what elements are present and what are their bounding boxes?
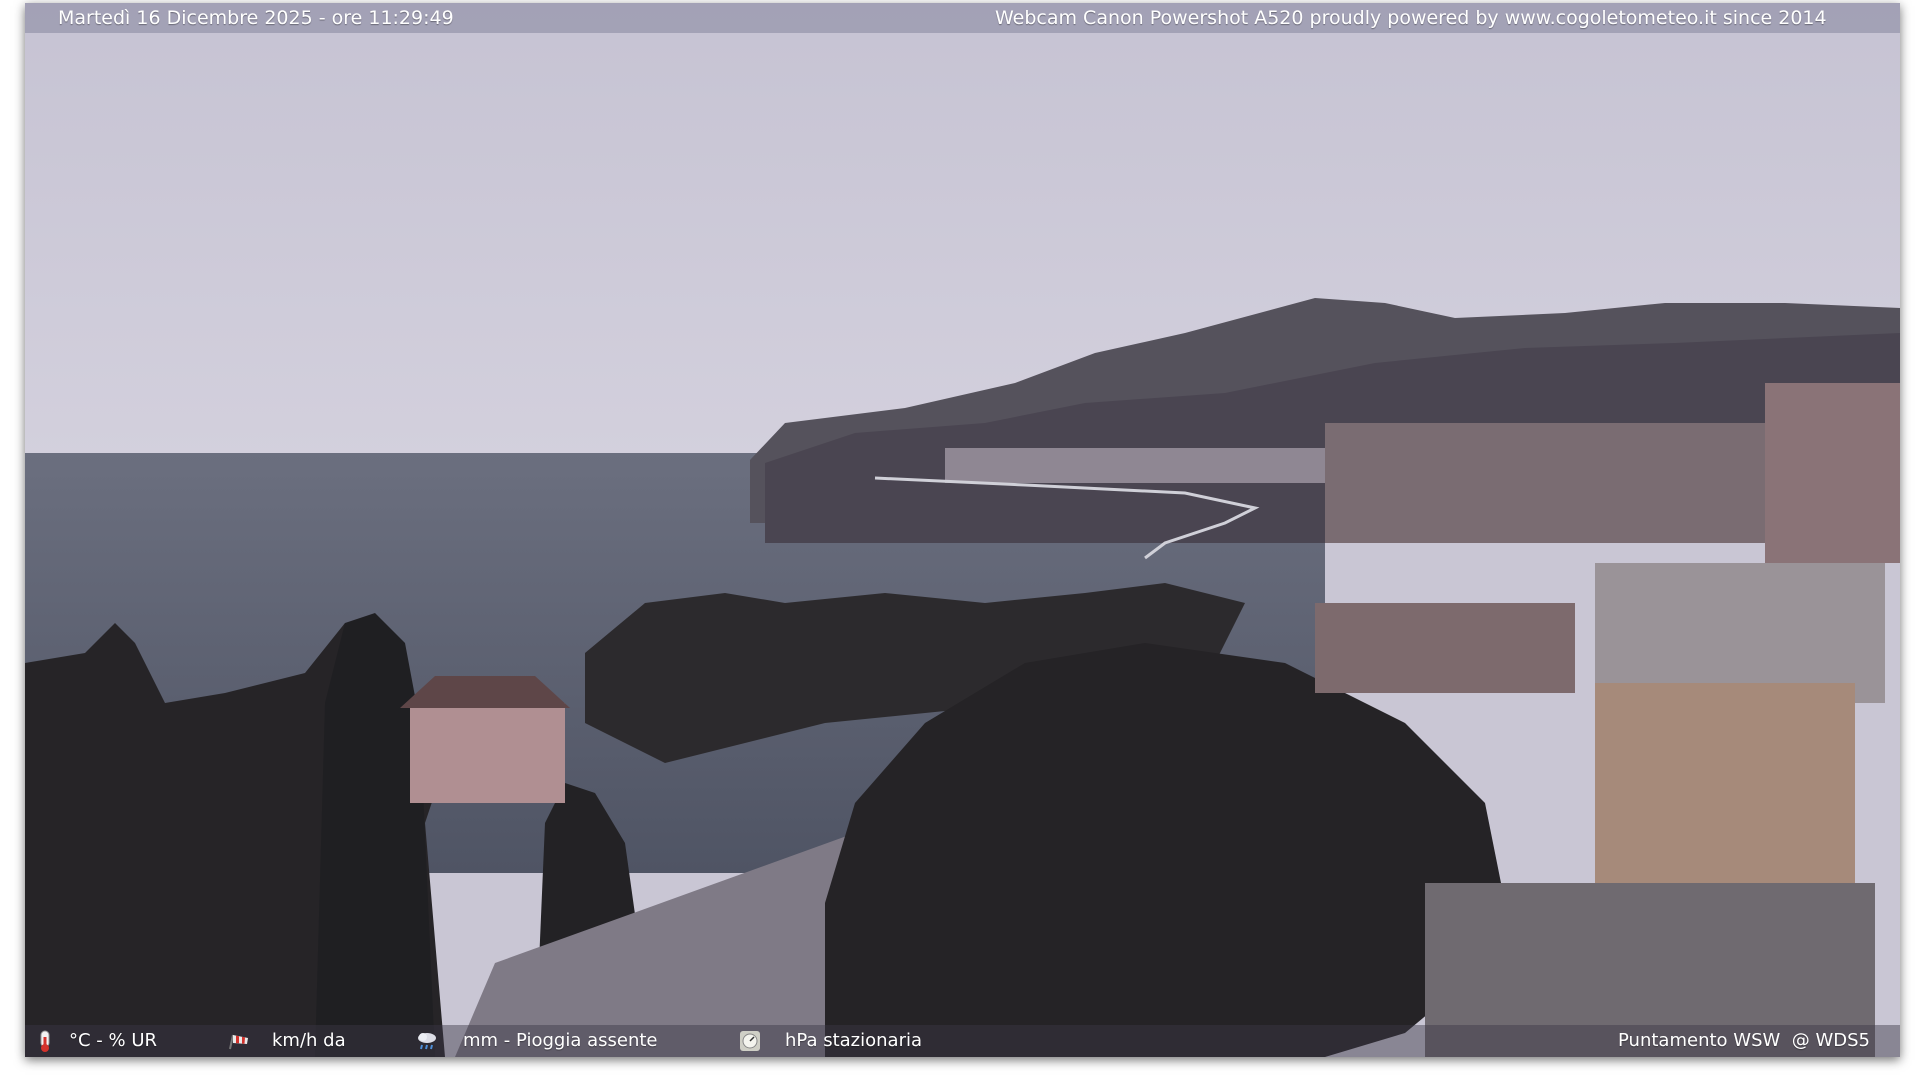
credit-label: Webcam Canon Powershot A520 proudly powe… bbox=[995, 7, 1827, 29]
webcam-image bbox=[25, 3, 1900, 1057]
building-apartment bbox=[1315, 603, 1575, 693]
top-info-bar: Martedì 16 Dicembre 2025 - ore 11:29:49 … bbox=[25, 3, 1900, 33]
barometer-icon bbox=[740, 1031, 760, 1051]
thermometer-icon bbox=[40, 1030, 50, 1052]
building-right-tall bbox=[1765, 383, 1900, 563]
windsock-icon bbox=[229, 1034, 248, 1050]
town-far bbox=[945, 448, 1365, 483]
pointing-label: Puntamento WSW @ WDS5 bbox=[1618, 1030, 1870, 1051]
datetime-label: Martedì 16 Dicembre 2025 - ore 11:29:49 bbox=[58, 7, 454, 29]
rain-label: mm - Pioggia assente bbox=[463, 1030, 658, 1051]
temperature-humidity-label: °C - % UR bbox=[69, 1030, 158, 1051]
pressure-label: hPa stazionaria bbox=[785, 1030, 923, 1051]
webcam-frame: Martedì 16 Dicembre 2025 - ore 11:29:49 … bbox=[25, 3, 1900, 1057]
building-right-1 bbox=[1595, 563, 1885, 703]
pink-house bbox=[410, 703, 565, 803]
wind-label: km/h da bbox=[272, 1030, 346, 1051]
rain-cloud-icon bbox=[418, 1033, 436, 1050]
bottom-info-bar: °C - % UR km/h da mm - Pioggia assente h… bbox=[25, 1025, 1900, 1057]
